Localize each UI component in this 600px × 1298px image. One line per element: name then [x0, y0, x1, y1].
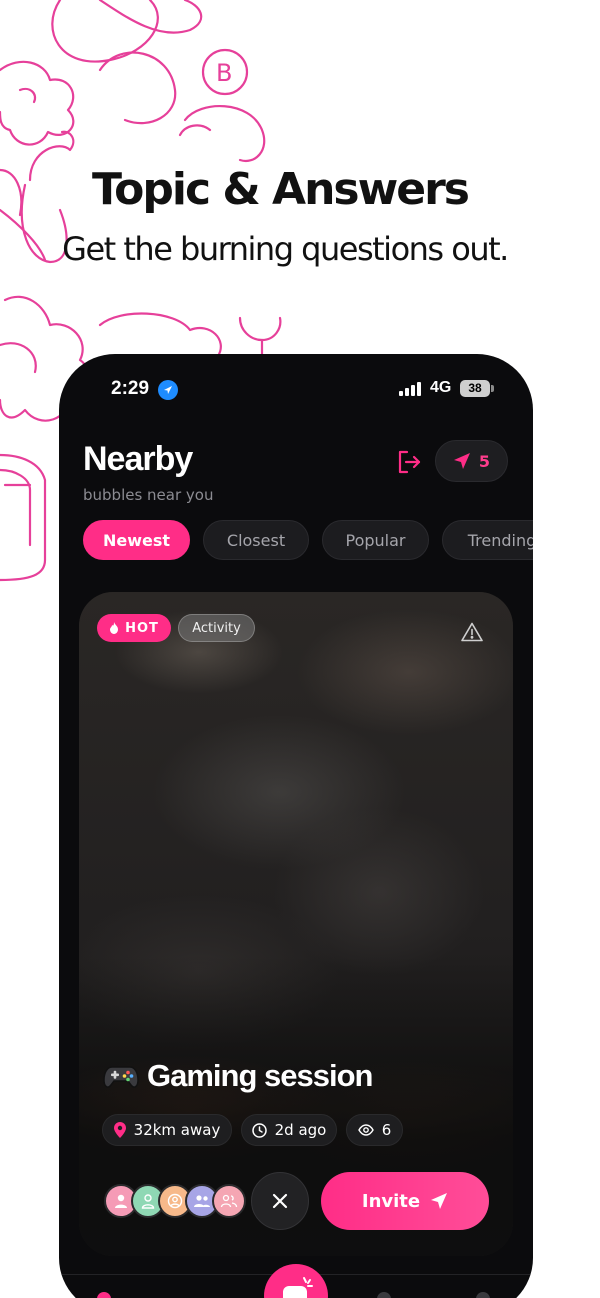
hot-label: HOT [125, 620, 159, 636]
close-icon [272, 1193, 288, 1209]
send-count-button[interactable]: 5 [435, 440, 508, 482]
chat-bubble-icon [283, 1277, 313, 1298]
page-subtitle: bubbles near you [83, 486, 214, 504]
signal-icon [399, 382, 421, 396]
network-label: 4G [430, 379, 452, 396]
eye-icon [357, 1124, 374, 1136]
dismiss-button[interactable] [251, 1172, 309, 1230]
clock-icon [251, 1122, 267, 1138]
logout-icon[interactable] [395, 448, 423, 476]
views-text: 6 [381, 1121, 392, 1139]
page-title: Nearby [83, 440, 193, 478]
promo-subline: Get the burning questions out. [62, 230, 509, 268]
member-avatars[interactable] [104, 1184, 249, 1218]
send-icon [431, 1193, 448, 1209]
filter-tabs: Newest Closest Popular Trending [83, 520, 533, 562]
location-pin-icon [113, 1122, 126, 1138]
nav-messages-icon[interactable] [377, 1292, 391, 1298]
user-outline-icon [141, 1194, 155, 1209]
group-icon [220, 1194, 238, 1208]
category-badge: Activity [178, 614, 255, 642]
flame-icon [110, 622, 119, 634]
send-count: 5 [478, 451, 491, 471]
tab-newest[interactable]: Newest [83, 520, 190, 560]
views-chip: 6 [346, 1114, 403, 1146]
time-chip: 2d ago [241, 1114, 337, 1146]
promo-headline: Topic & Answers [91, 164, 470, 215]
distance-chip: 32km away [102, 1114, 232, 1146]
tab-trending[interactable]: Trending [442, 520, 533, 560]
avatar [212, 1184, 246, 1218]
invite-button[interactable]: Invite [321, 1172, 489, 1230]
bubble-title: Gaming session [103, 1058, 373, 1094]
users-icon [194, 1195, 210, 1207]
status-time: 2:29 [111, 378, 150, 399]
user-icon [115, 1194, 127, 1208]
send-icon [453, 453, 470, 469]
bubble-card[interactable]: HOT Activity Gaming session 32km away 2d… [79, 592, 513, 1256]
tab-closest[interactable]: Closest [203, 520, 309, 560]
hot-badge: HOT [97, 614, 171, 642]
report-warning-icon[interactable] [461, 622, 483, 642]
location-arrow-icon [158, 380, 178, 400]
user-circle-icon [167, 1193, 183, 1209]
distance-text: 32km away [133, 1121, 221, 1139]
svg-text:B: B [216, 59, 232, 87]
nav-profile-icon[interactable] [476, 1292, 490, 1298]
battery-icon: 38 [460, 380, 490, 397]
create-bubble-button[interactable] [264, 1264, 328, 1298]
bubble-title-text: Gaming session [147, 1058, 373, 1093]
tab-popular[interactable]: Popular [322, 520, 429, 560]
time-ago-text: 2d ago [274, 1121, 327, 1139]
phone-screen: 2:29 4G 38 Nearby bubbles near you 5 New… [59, 354, 533, 1298]
nav-home-icon[interactable] [97, 1292, 111, 1298]
battery-tip [491, 385, 494, 392]
invite-label: Invite [361, 1190, 421, 1212]
gamepad-icon [103, 1066, 139, 1088]
